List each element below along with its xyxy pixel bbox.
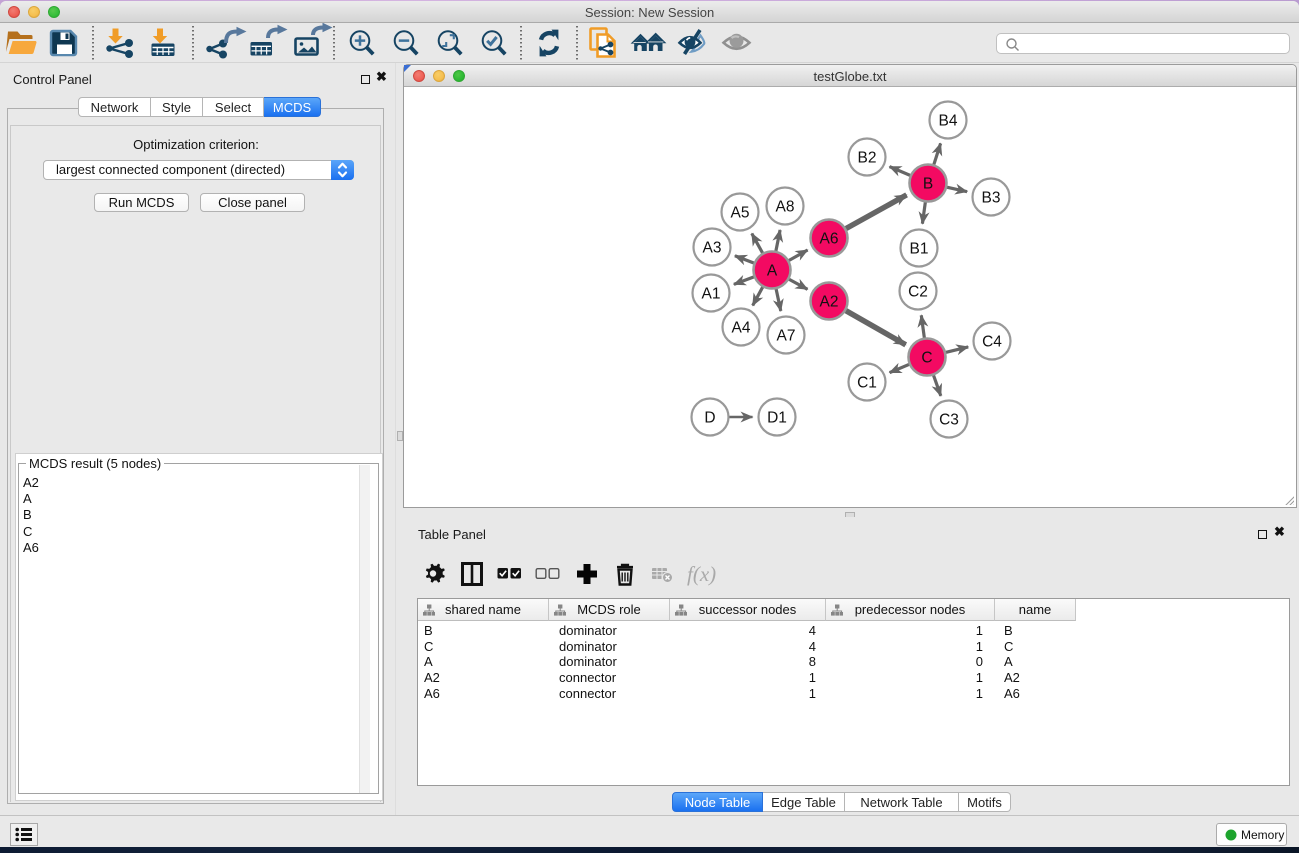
svg-text:A5: A5 (731, 205, 750, 222)
svg-text:A1: A1 (702, 286, 721, 303)
svg-text:B1: B1 (910, 241, 929, 258)
svg-text:A4: A4 (732, 320, 751, 337)
svg-text:A6: A6 (820, 231, 839, 248)
svg-text:B4: B4 (939, 113, 958, 130)
svg-text:D: D (704, 410, 715, 427)
svg-text:C3: C3 (939, 412, 959, 429)
svg-text:A7: A7 (777, 328, 796, 345)
svg-text:B2: B2 (858, 150, 877, 167)
svg-text:A3: A3 (703, 240, 722, 257)
svg-text:B3: B3 (982, 190, 1001, 207)
svg-text:C2: C2 (908, 284, 928, 301)
svg-text:B: B (923, 176, 933, 193)
svg-text:D1: D1 (767, 410, 787, 427)
svg-text:A: A (767, 263, 778, 280)
svg-text:C4: C4 (982, 334, 1002, 351)
svg-text:A8: A8 (776, 199, 795, 216)
svg-text:f(x): f(x) (687, 562, 716, 586)
svg-text:C: C (921, 350, 932, 367)
svg-text:C1: C1 (857, 375, 877, 392)
svg-text:A2: A2 (820, 294, 839, 311)
